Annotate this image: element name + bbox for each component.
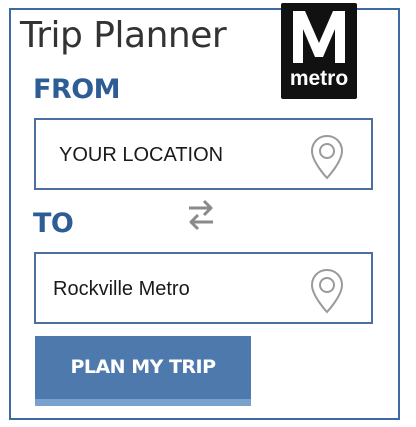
metro-logo: metro	[281, 3, 357, 99]
from-label: FROM	[33, 74, 121, 105]
to-label: TO	[33, 208, 74, 239]
location-pin-icon[interactable]	[309, 268, 345, 319]
swap-arrows-icon[interactable]	[186, 198, 216, 237]
from-field-value: YOUR LOCATION	[59, 144, 224, 166]
metro-logo-text: metro	[289, 67, 349, 90]
to-field[interactable]: Rockville Metro	[34, 252, 373, 324]
location-pin-icon[interactable]	[309, 134, 345, 185]
plan-my-trip-button[interactable]: PLAN MY TRIP	[35, 336, 251, 406]
page-title: Trip Planner	[20, 15, 227, 56]
to-field-value: Rockville Metro	[53, 278, 190, 300]
from-field[interactable]: YOUR LOCATION	[34, 118, 373, 190]
